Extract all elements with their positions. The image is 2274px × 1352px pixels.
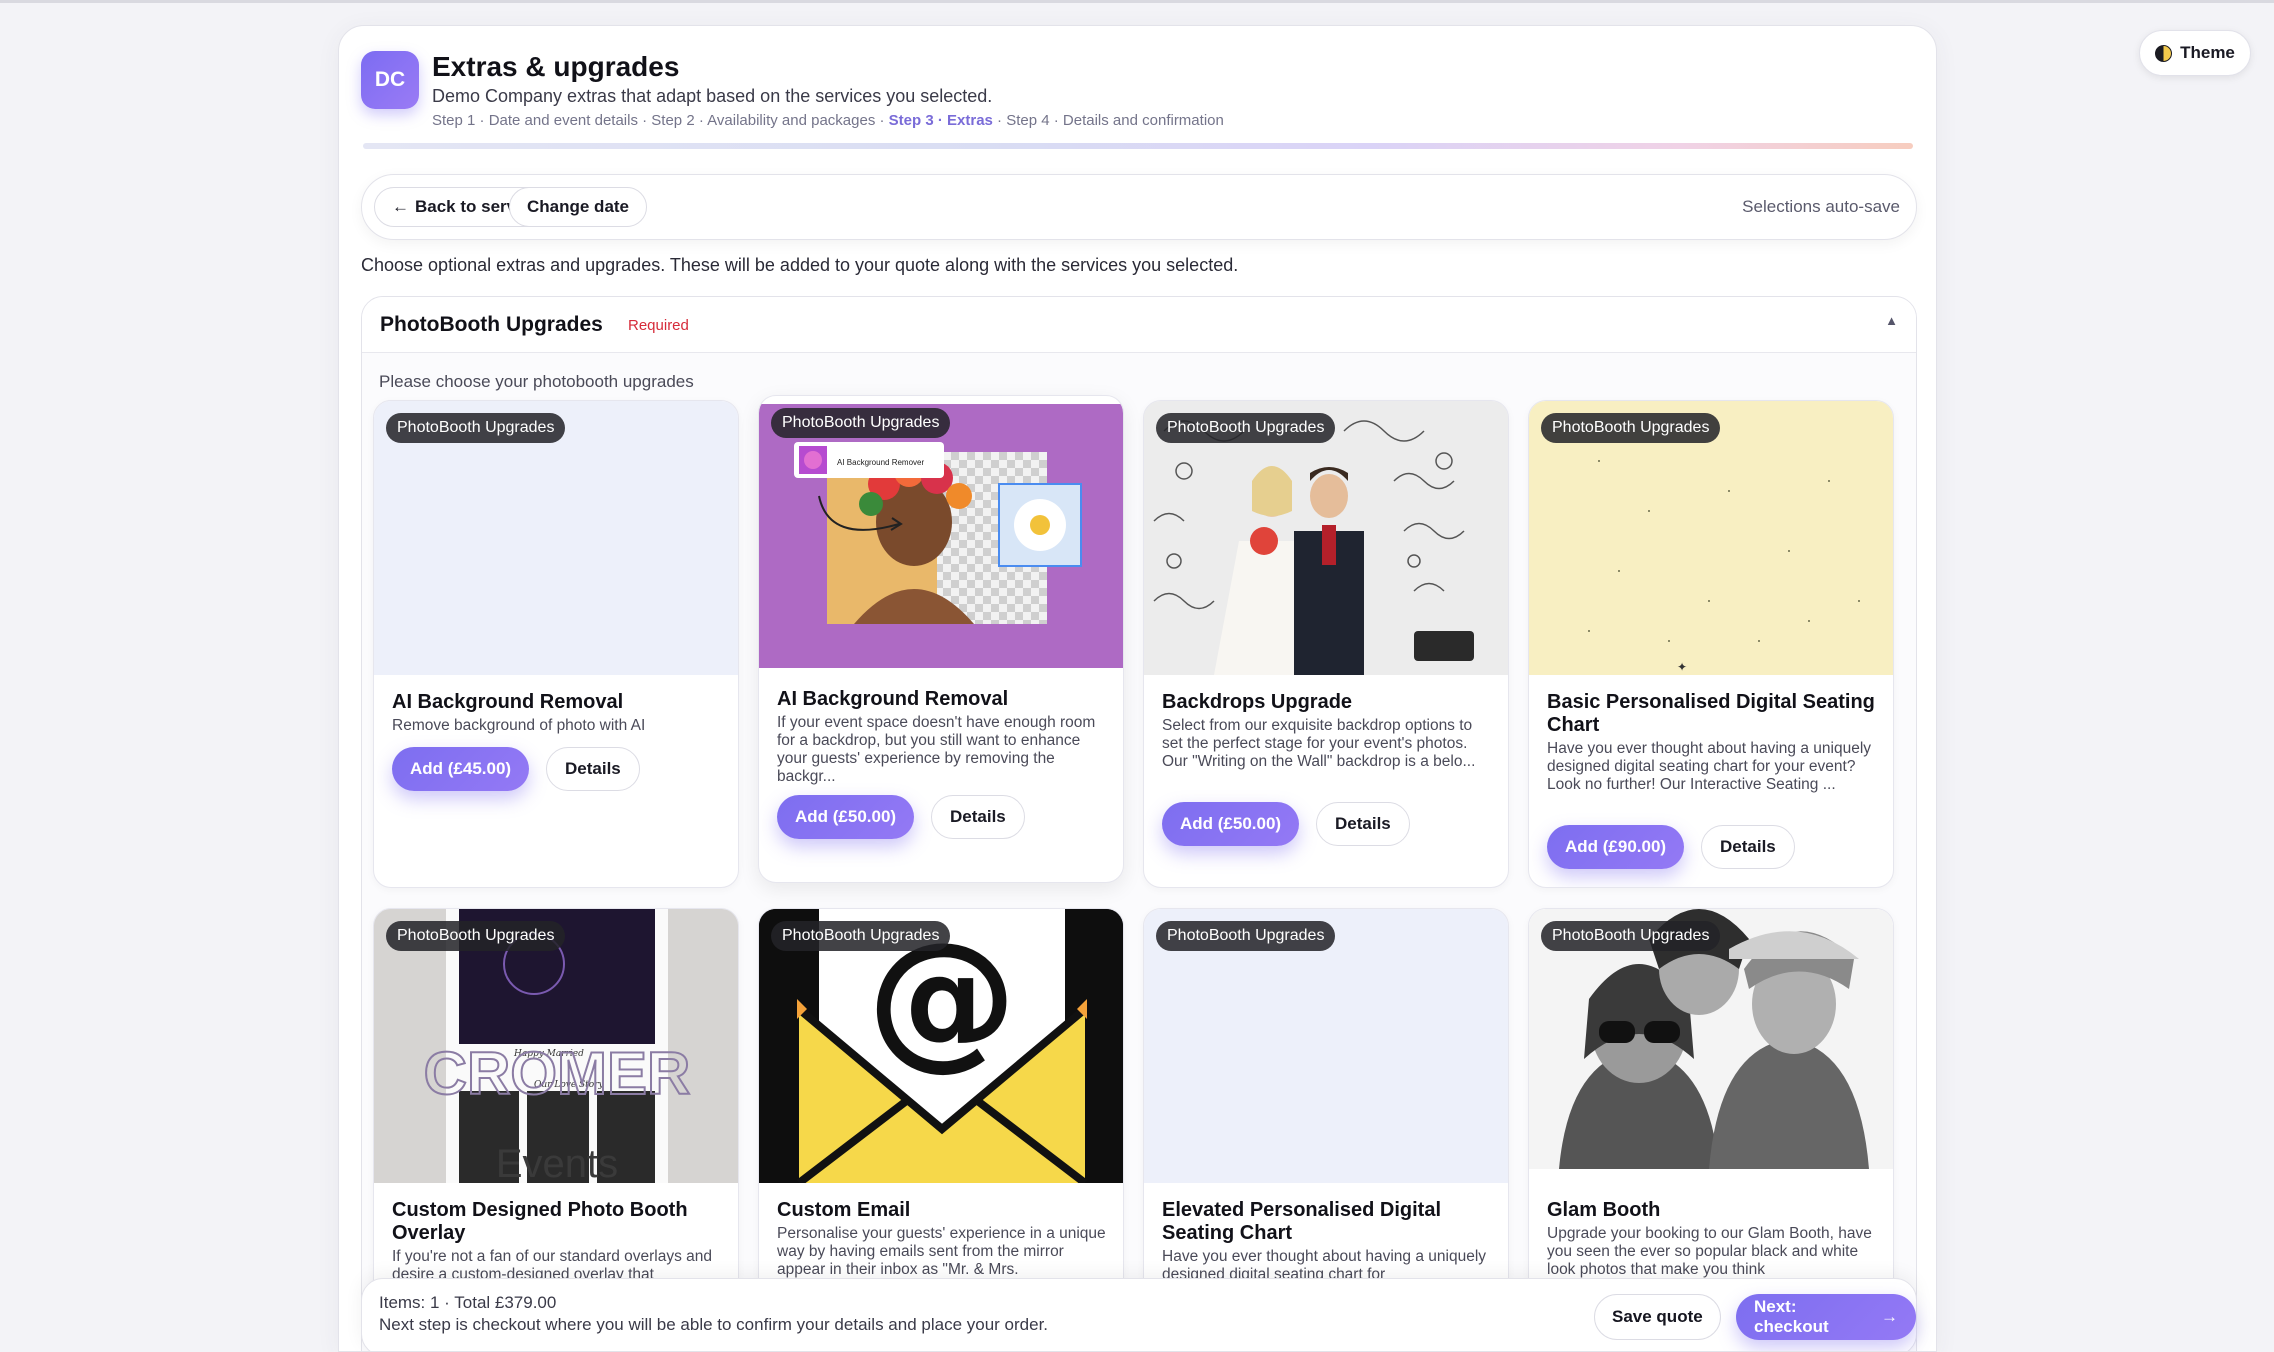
next-checkout-button[interactable]: Next: checkout → bbox=[1736, 1294, 1916, 1340]
theme-toggle-label: Theme bbox=[2180, 43, 2235, 62]
current-step: Step 3 · Extras bbox=[888, 112, 993, 129]
card-description: If your event space doesn't have enough … bbox=[777, 714, 1096, 785]
photobooth-upgrades-section: PhotoBooth Upgrades Required ▲ Please ch… bbox=[361, 296, 1917, 1351]
card-title: Backdrops Upgrade bbox=[1162, 691, 1353, 713]
progress-bar bbox=[363, 143, 1913, 149]
category-tag: PhotoBooth Upgrades bbox=[771, 921, 951, 951]
details-button[interactable]: Details bbox=[1316, 802, 1410, 846]
ai-removal-illustration: AI Background Remover bbox=[794, 442, 1082, 624]
company-avatar: DC bbox=[361, 51, 419, 109]
card-title: Custom Email bbox=[777, 1199, 911, 1221]
arrow-right-icon: → bbox=[1881, 1307, 1898, 1326]
card-title: Elevated Personalised Digital Seating Ch… bbox=[1162, 1199, 1441, 1244]
steps-after: · Step 4 · Details and confirmation bbox=[992, 112, 1224, 129]
svg-text:✦: ✦ bbox=[1677, 660, 1687, 674]
details-button[interactable]: Details bbox=[546, 747, 640, 791]
toolbar: ← Back to services Change date Selection… bbox=[361, 174, 1917, 240]
steps-before: Step 1 · Date and event details · Step 2… bbox=[432, 112, 889, 129]
card-description: Have you ever thought about having a uni… bbox=[1547, 740, 1872, 793]
details-button[interactable]: Details bbox=[931, 795, 1025, 839]
next-checkout-label: Next: checkout bbox=[1754, 1297, 1829, 1336]
chevron-up-icon[interactable]: ▲ bbox=[1885, 313, 1898, 328]
theme-toggle-button[interactable]: Theme bbox=[2139, 30, 2251, 76]
category-tag: PhotoBooth Upgrades bbox=[386, 413, 566, 443]
details-button[interactable]: Details bbox=[1701, 825, 1795, 869]
checkout-note: Next step is checkout where you will be … bbox=[379, 1315, 1049, 1334]
change-date-label: Change date bbox=[527, 197, 630, 216]
card-title: Custom Designed Photo Booth Overlay bbox=[392, 1199, 688, 1244]
extra-card: ✦ PhotoBooth Upgrades Basic Personalised… bbox=[1528, 400, 1894, 888]
section-title: PhotoBooth Upgrades bbox=[380, 313, 603, 336]
category-tag: PhotoBooth Upgrades bbox=[386, 921, 566, 951]
add-button[interactable]: Add (£50.00) bbox=[777, 795, 915, 839]
page-subtitle: Demo Company extras that adapt based on … bbox=[432, 86, 993, 106]
page-title: Extras & upgrades bbox=[432, 51, 680, 82]
quote-summary: Items: 1 · Total £379.00 bbox=[379, 1293, 557, 1312]
main-panel: DC Extras & upgrades Demo Company extras… bbox=[338, 25, 1937, 1352]
card-title: AI Background Removal bbox=[392, 691, 624, 713]
required-badge: Required bbox=[628, 317, 689, 334]
card-description: Select from our exquisite backdrop optio… bbox=[1162, 717, 1476, 770]
add-button[interactable]: Add (£50.00) bbox=[1162, 802, 1300, 846]
overlay-word-2: Events bbox=[496, 1142, 618, 1183]
card-description: Personalise your guests' experience in a… bbox=[777, 1225, 1106, 1278]
autosave-status: Selections auto-save bbox=[1742, 197, 1900, 216]
ai-background-removal-image: AI Background Remover bbox=[759, 404, 1123, 668]
thumb-caption: AI Background Remover bbox=[837, 458, 924, 467]
category-tag: PhotoBooth Upgrades bbox=[771, 408, 951, 438]
card-title: AI Background Removal bbox=[777, 688, 1009, 710]
card-description: Remove background of photo with AI bbox=[392, 717, 646, 734]
category-tag: PhotoBooth Upgrades bbox=[1156, 921, 1336, 951]
card-title: Basic Personalised Digital Seating Chart bbox=[1547, 691, 1875, 736]
category-tag: PhotoBooth Upgrades bbox=[1156, 413, 1336, 443]
extra-card: PhotoBooth Upgrades Backdrops Upgrade Se… bbox=[1143, 400, 1509, 888]
save-quote-button[interactable]: Save quote bbox=[1594, 1294, 1721, 1340]
window-top-border bbox=[0, 0, 2274, 3]
add-button[interactable]: Add (£90.00) bbox=[1547, 825, 1685, 869]
overlay-word-1: CROMER bbox=[424, 1040, 691, 1107]
step-breadcrumb: Step 1 · Date and event details · Step 2… bbox=[432, 112, 1224, 129]
card-title: Glam Booth bbox=[1547, 1199, 1661, 1221]
quote-footer: Items: 1 · Total £379.00 Next step is ch… bbox=[361, 1278, 1917, 1351]
section-header[interactable]: PhotoBooth Upgrades Required ▲ bbox=[362, 297, 1916, 353]
extra-card: PhotoBooth Upgrades AI Background Remova… bbox=[373, 400, 739, 888]
category-tag: PhotoBooth Upgrades bbox=[1541, 921, 1721, 951]
extra-card: AI Background Remover PhotoBooth Upgrade… bbox=[758, 395, 1124, 883]
theme-half-moon-icon bbox=[2155, 44, 2173, 62]
arrow-left-icon: ← bbox=[392, 197, 409, 216]
category-tag: PhotoBooth Upgrades bbox=[1541, 413, 1721, 443]
change-date-button[interactable]: Change date bbox=[509, 187, 648, 227]
add-button[interactable]: Add (£45.00) bbox=[392, 747, 530, 791]
card-description: Upgrade your booking to our Glam Booth, … bbox=[1547, 1225, 1872, 1278]
intro-text: Choose optional extras and upgrades. The… bbox=[361, 255, 1239, 275]
section-description: Please choose your photobooth upgrades bbox=[379, 372, 694, 391]
